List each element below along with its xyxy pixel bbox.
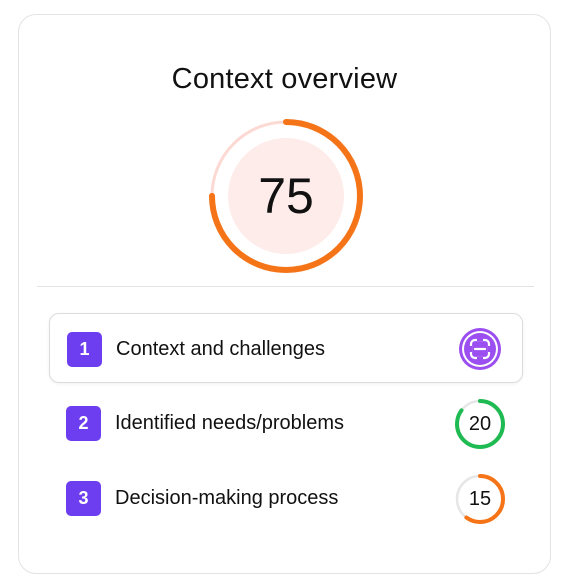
section-score-value: 15 bbox=[468, 488, 492, 510]
section-label: Identified needs/problems bbox=[115, 412, 345, 434]
section-item-context-and-challenges[interactable]: 1 Context and challenges bbox=[49, 313, 523, 383]
context-overview-card: Context overview 75 1 Context and challe… bbox=[18, 14, 551, 574]
section-label: Context and challenges bbox=[116, 338, 326, 360]
section-number-badge: 2 bbox=[66, 406, 101, 441]
scan-frame-icon[interactable] bbox=[458, 327, 502, 371]
section-score-ring: 15 bbox=[454, 473, 506, 525]
overall-score-gauge: 75 bbox=[208, 118, 364, 274]
section-item-decision-making-process[interactable]: 3 Decision-making process 15 bbox=[49, 463, 523, 533]
card-title: Context overview bbox=[171, 63, 398, 95]
section-number-badge: 1 bbox=[67, 332, 102, 367]
section-score-ring: 20 bbox=[454, 398, 506, 450]
divider bbox=[37, 286, 534, 287]
section-item-identified-needs[interactable]: 2 Identified needs/problems 20 bbox=[49, 388, 523, 458]
overall-score-value: 75 bbox=[258, 168, 314, 224]
section-number-badge: 3 bbox=[66, 481, 101, 516]
section-label: Decision-making process bbox=[115, 487, 339, 509]
section-score-value: 20 bbox=[468, 413, 492, 435]
